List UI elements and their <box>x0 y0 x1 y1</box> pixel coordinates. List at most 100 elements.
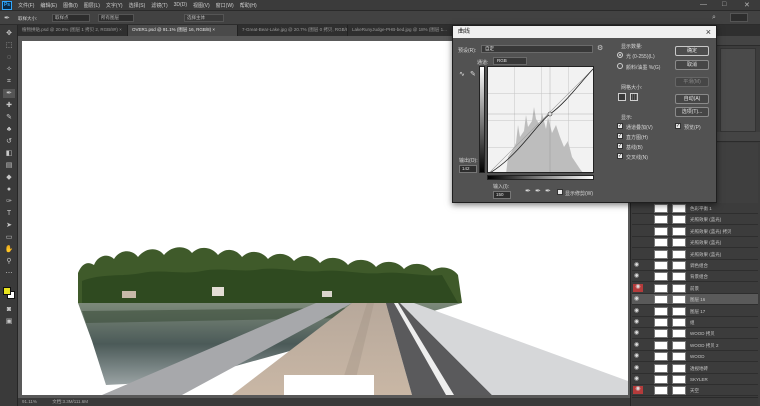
preview-checkbox[interactable]: ✓ <box>675 123 681 129</box>
sample-size-select[interactable]: 取样点 <box>52 14 90 22</box>
select-subject-button[interactable]: 选择主体 <box>184 14 224 22</box>
layer-row[interactable]: 光照效果 (蓝光) <box>632 237 758 249</box>
input-field[interactable]: 150 <box>493 191 511 199</box>
layer-row[interactable]: 光照效果 (蓝光) <box>632 249 758 260</box>
eyedropper-tool-icon[interactable]: ✒ <box>4 14 10 22</box>
gray-point-eyedropper-icon[interactable]: ✒ <box>535 187 541 195</box>
healing-brush-icon[interactable]: ✚ <box>3 101 15 110</box>
pen-tool-icon[interactable]: ✑ <box>3 197 15 206</box>
document-tab[interactable]: 植物拼贴.psd @ 20.6% (图层 1 拷贝 2, RGB/8#) × <box>18 25 128 36</box>
ok-button[interactable]: 确定 <box>675 46 709 56</box>
menu-item[interactable]: 选择(S) <box>129 2 146 10</box>
gradient-tool-icon[interactable]: ▤ <box>3 161 15 170</box>
layer-row[interactable]: ◉ 图层 16 <box>632 294 758 306</box>
intersection-line-checkbox[interactable]: ✓ <box>617 153 623 159</box>
shape-tool-icon[interactable]: ▭ <box>3 233 15 242</box>
document-tab[interactable]: 7-Great-Bear-Lake.jpg @ 20.7% (图层 0 拷贝, … <box>238 25 348 36</box>
auto-button[interactable]: 自动(A) <box>675 94 709 104</box>
visibility-eye-icon[interactable]: ◉ <box>634 319 639 325</box>
visibility-eye-icon[interactable]: ◉ <box>634 365 639 371</box>
layer-row[interactable]: ◉ WOOD 拷贝 2 <box>632 340 758 351</box>
maximize-icon[interactable]: □ <box>722 1 726 8</box>
cancel-button[interactable]: 取消 <box>675 60 709 70</box>
sample-layers-select[interactable]: 所有图层 <box>98 14 134 22</box>
visibility-eye-icon[interactable]: ◉ <box>634 296 639 302</box>
menu-item[interactable]: 图像(I) <box>63 2 78 10</box>
menu-item[interactable]: 文件(F) <box>18 2 34 10</box>
white-point-eyedropper-icon[interactable]: ✒ <box>545 187 551 195</box>
brush-tool-icon[interactable]: ✎ <box>3 113 15 122</box>
layer-row[interactable]: 色彩平衡 1 <box>632 203 758 214</box>
visibility-eye-icon[interactable]: ◉ <box>633 283 643 292</box>
menu-item[interactable]: 窗口(W) <box>216 2 234 10</box>
menu-item[interactable]: 帮助(H) <box>240 2 257 10</box>
visibility-eye-icon[interactable]: ◉ <box>634 353 639 359</box>
visibility-eye-icon[interactable]: ◉ <box>634 262 639 268</box>
menu-item[interactable]: 图层(L) <box>84 2 100 10</box>
path-selection-icon[interactable]: ➤ <box>3 221 15 230</box>
visibility-eye-icon[interactable]: ◉ <box>634 342 639 348</box>
layer-row[interactable]: ◉ 图层 17 <box>632 306 758 317</box>
channel-select[interactable]: RGB <box>493 57 527 65</box>
options-button[interactable]: 选项(T)... <box>675 107 709 117</box>
smooth-button[interactable]: 平滑(M) <box>675 77 709 87</box>
visibility-eye-icon[interactable]: ◉ <box>634 376 639 382</box>
more-tools-icon[interactable]: ⋯ <box>3 269 15 278</box>
visibility-eye-icon[interactable]: ◉ <box>634 308 639 314</box>
close-window-icon[interactable]: ✕ <box>744 1 750 9</box>
minimize-icon[interactable]: — <box>700 1 707 8</box>
preset-options-gear-icon[interactable]: ⚙ <box>597 44 603 52</box>
workspace-select[interactable] <box>730 13 748 22</box>
layer-row[interactable]: ◉ WOOD <box>632 351 758 363</box>
visibility-eye-icon[interactable]: ◉ <box>633 386 643 395</box>
visibility-eye-icon[interactable]: ◉ <box>634 273 639 279</box>
simple-grid-icon[interactable] <box>618 93 626 101</box>
layer-row[interactable]: 光照效果 (蓝光) 拷贝 <box>632 226 758 237</box>
layer-row[interactable]: 光照效果 (蓝光) <box>632 214 758 226</box>
layer-row[interactable]: ◉ WOOD 拷贝 <box>632 328 758 340</box>
menu-item[interactable]: 编辑(E) <box>40 2 57 10</box>
type-tool-icon[interactable]: T <box>3 209 15 218</box>
baseline-checkbox[interactable]: ✓ <box>617 143 623 149</box>
histogram-checkbox[interactable]: ✓ <box>617 133 623 139</box>
pencil-draw-icon[interactable]: ✎ <box>470 70 476 78</box>
screen-mode-icon[interactable]: ▣ <box>3 317 15 326</box>
marquee-tool-icon[interactable]: ⬚ <box>3 41 15 50</box>
search-icon[interactable]: ⌕ <box>712 14 716 22</box>
detailed-grid-icon[interactable] <box>630 93 638 101</box>
hand-tool-icon[interactable]: ✋ <box>3 245 15 254</box>
show-clipping-checkbox[interactable] <box>557 189 563 195</box>
layer-row[interactable]: ◉ 调色组合 <box>632 260 758 271</box>
dodge-tool-icon[interactable]: ● <box>3 185 15 194</box>
layer-row[interactable]: ◉ 背景组合 <box>632 271 758 283</box>
menu-item[interactable]: 文字(Y) <box>106 2 123 10</box>
black-point-eyedropper-icon[interactable]: ✒ <box>525 187 531 195</box>
curves-graph[interactable] <box>487 66 594 173</box>
magic-wand-icon[interactable]: ✧ <box>3 65 15 74</box>
crop-tool-icon[interactable]: ⌗ <box>3 77 15 86</box>
channel-overlay-checkbox[interactable]: ✓ <box>617 123 623 129</box>
foreground-color-swatch[interactable] <box>3 287 11 295</box>
eraser-tool-icon[interactable]: ◧ <box>3 149 15 158</box>
menu-item[interactable]: 视图(V) <box>193 2 210 10</box>
output-field[interactable]: 142 <box>459 165 477 173</box>
menu-item[interactable]: 滤镜(T) <box>151 2 167 10</box>
quick-mask-icon[interactable]: ◙ <box>3 305 15 314</box>
layer-row[interactable]: ◉ 前景 <box>632 283 758 294</box>
document-tab[interactable]: LakeRunyJudge-PHB-bed.jpg @ 18% (图层 1... <box>348 25 458 36</box>
stamp-tool-icon[interactable]: ♣ <box>3 125 15 134</box>
blur-tool-icon[interactable]: ◆ <box>3 173 15 182</box>
lasso-tool-icon[interactable]: ◌ <box>3 53 15 62</box>
light-radio[interactable] <box>617 52 623 58</box>
layer-row[interactable]: ◉ 天空 <box>632 385 758 397</box>
curve-point-mode-icon[interactable]: ∿ <box>459 70 465 78</box>
pigment-radio[interactable] <box>617 63 623 69</box>
document-tab[interactable]: OVER1.psd @ 91.1% (图层 16, RGB/8) × <box>128 25 238 36</box>
preset-select[interactable]: 自定 <box>481 45 593 53</box>
eyedropper-icon[interactable]: ✒ <box>3 89 15 98</box>
layer-row[interactable]: ◉ 透视地砖 <box>632 363 758 374</box>
menu-item[interactable]: 3D(D) <box>174 2 187 10</box>
close-icon[interactable]: × <box>706 26 711 38</box>
layer-row[interactable]: ◉ SKYLER <box>632 374 758 385</box>
move-tool-icon[interactable]: ✥ <box>3 29 15 38</box>
